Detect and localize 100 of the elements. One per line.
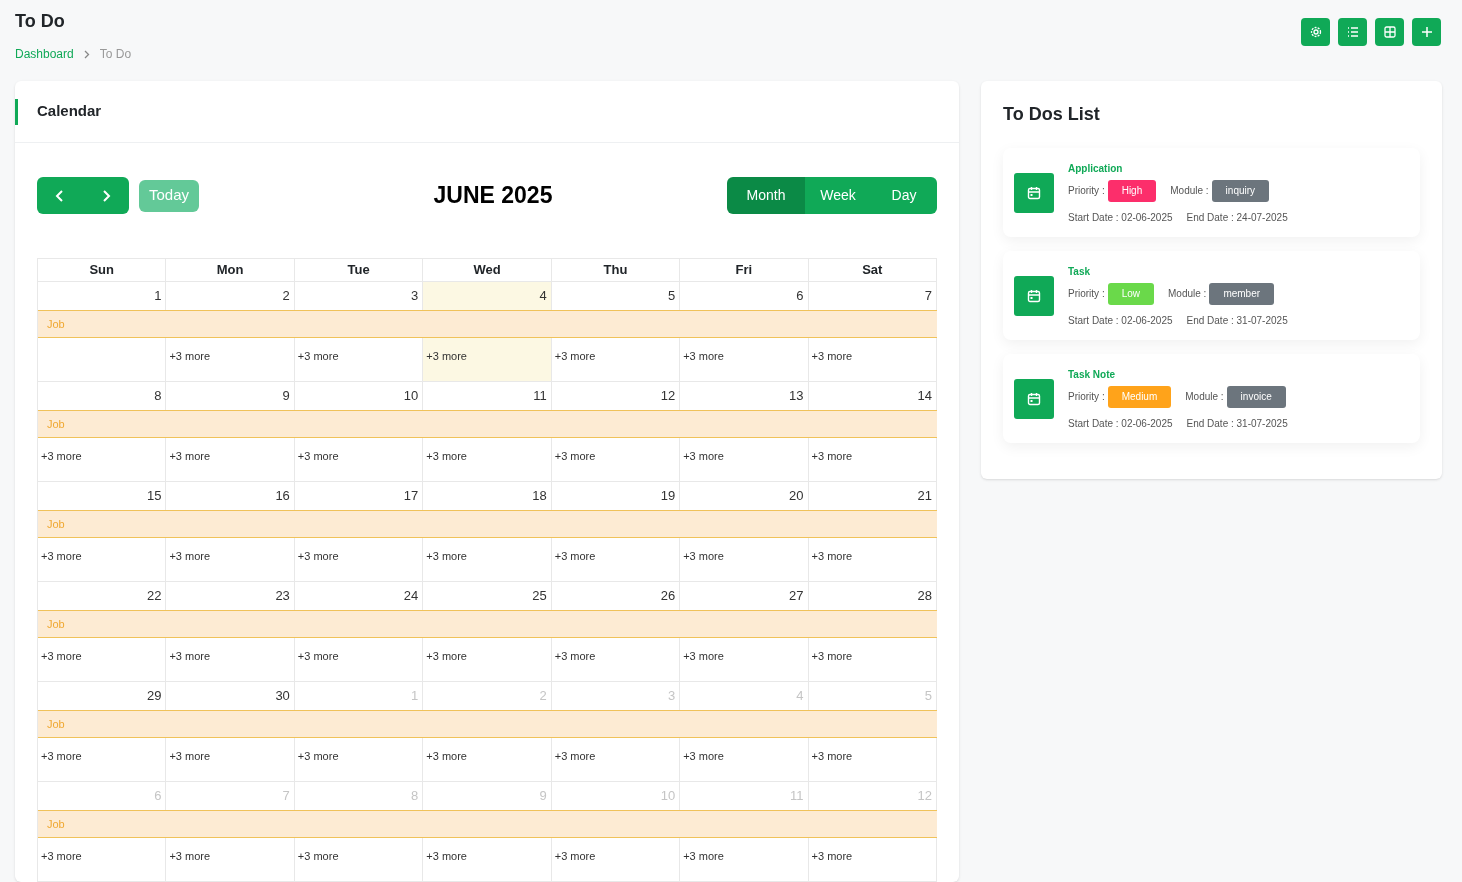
day-number[interactable]: 22 (146, 586, 162, 606)
card-title: To Dos List (1003, 103, 1101, 126)
day-number[interactable]: 16 (275, 486, 290, 506)
card-title: Calendar (37, 101, 102, 122)
day-number[interactable]: 15 (146, 486, 162, 506)
more-link[interactable]: +3 more (811, 650, 853, 662)
more-link[interactable]: +3 more (683, 850, 724, 862)
more-link[interactable]: +3 more (554, 650, 596, 662)
more-link[interactable]: +3 more (426, 350, 467, 362)
plus-icon (1420, 26, 1433, 38)
day-number[interactable]: 8 (154, 386, 162, 406)
day-number[interactable]: 7 (924, 286, 932, 306)
day-number[interactable]: 21 (917, 486, 932, 506)
more-link[interactable]: +3 more (426, 650, 467, 662)
more-link[interactable]: +3 more (297, 350, 339, 362)
list-icon (1346, 26, 1359, 38)
more-link[interactable]: +3 more (426, 750, 467, 762)
start-date: Start Date : 02-06-2025 (1068, 416, 1173, 431)
module-badge: invoice (1226, 385, 1286, 408)
day-number[interactable]: 1 (154, 286, 162, 306)
more-link[interactable]: +3 more (426, 450, 467, 462)
more-link[interactable]: +3 more (297, 650, 339, 662)
day-number[interactable]: 23 (275, 586, 290, 606)
priority-label: Priority : (1068, 390, 1105, 404)
more-link[interactable]: +3 more (811, 350, 853, 362)
more-link[interactable]: +3 more (811, 850, 853, 862)
chevron-left-icon (55, 189, 65, 202)
day-number[interactable]: 6 (796, 286, 804, 306)
day-number[interactable]: 17 (403, 486, 419, 506)
more-link[interactable]: +3 more (41, 450, 82, 462)
more-link[interactable]: +3 more (811, 550, 853, 562)
day-number[interactable]: 30 (275, 686, 290, 706)
priority-label: Priority : (1068, 287, 1105, 301)
more-link[interactable]: +3 more (169, 650, 211, 662)
grid-icon (1383, 26, 1396, 38)
day-number[interactable]: 9 (282, 386, 290, 406)
more-link[interactable]: +3 more (297, 550, 339, 562)
day-number[interactable]: 11 (533, 386, 547, 406)
grid-view-button[interactable] (1375, 18, 1404, 46)
more-link[interactable]: +3 more (554, 550, 596, 562)
more-link[interactable]: +3 more (297, 750, 339, 762)
more-link[interactable]: +3 more (811, 750, 853, 762)
day-number[interactable]: 19 (660, 486, 676, 506)
list-view-button[interactable] (1338, 18, 1367, 46)
weekday-header: Sat (862, 261, 883, 280)
calendar-icon (1027, 391, 1041, 406)
day-number[interactable]: 29 (146, 686, 162, 706)
more-link[interactable]: +3 more (426, 850, 467, 862)
more-link[interactable]: +3 more (41, 750, 82, 762)
day-number[interactable]: 28 (917, 586, 932, 606)
priority-badge: Medium (1107, 385, 1172, 408)
more-link[interactable]: +3 more (683, 450, 724, 462)
todo-title: Task Note (1068, 367, 1117, 382)
day-number[interactable]: 5 (667, 286, 676, 306)
more-link[interactable]: +3 more (169, 550, 211, 562)
module-label: Module : (1170, 184, 1209, 198)
day-number[interactable]: 25 (532, 586, 547, 606)
day-number[interactable]: 2 (282, 286, 290, 306)
more-link[interactable]: +3 more (169, 750, 211, 762)
more-link[interactable]: +3 more (554, 450, 596, 462)
more-link[interactable]: +3 more (683, 350, 724, 362)
more-link[interactable]: +3 more (297, 850, 339, 862)
day-number[interactable]: 13 (789, 386, 804, 406)
more-link[interactable]: +3 more (41, 850, 82, 862)
day-number[interactable]: 27 (789, 586, 804, 606)
day-number[interactable]: 20 (789, 486, 804, 506)
day-number[interactable]: 10 (403, 386, 419, 406)
more-link[interactable]: +3 more (41, 650, 82, 662)
more-link[interactable]: +3 more (426, 550, 467, 562)
more-link[interactable]: +3 more (169, 450, 211, 462)
calendar-icon (1027, 288, 1041, 303)
more-link[interactable]: +3 more (811, 450, 853, 462)
day-number[interactable]: 18 (532, 486, 547, 506)
weekday-header: Mon (216, 261, 244, 280)
more-link[interactable]: +3 more (554, 350, 596, 362)
more-link[interactable]: +3 more (554, 750, 596, 762)
view-tab[interactable]: Month (727, 177, 805, 214)
day-cell[interactable]: 4 (423, 282, 552, 310)
settings-button[interactable] (1301, 18, 1330, 46)
day-number[interactable]: 4 (539, 286, 547, 306)
day-number[interactable]: 14 (917, 386, 932, 406)
day-number[interactable]: 24 (403, 586, 419, 606)
more-link[interactable]: +3 more (169, 850, 211, 862)
more-link[interactable]: +3 more (41, 550, 82, 562)
more-link[interactable]: +3 more (297, 450, 339, 462)
more-link[interactable]: +3 more (683, 550, 724, 562)
more-link[interactable]: +3 more (683, 750, 724, 762)
end-date: End Date : 31-07-2025 (1186, 416, 1288, 431)
more-link[interactable]: +3 more (554, 850, 596, 862)
chevron-right-icon (101, 189, 111, 202)
more-link[interactable]: +3 more (169, 350, 211, 362)
day-number[interactable]: 12 (660, 386, 676, 406)
weekday-header: Sun (89, 261, 114, 280)
add-button[interactable] (1412, 18, 1441, 46)
start-date: Start Date : 02-06-2025 (1068, 313, 1173, 328)
more-link[interactable]: +3 more (683, 650, 724, 662)
day-number[interactable]: 3 (411, 286, 419, 306)
calendar-icon (1027, 185, 1041, 200)
day-number[interactable]: 26 (660, 586, 676, 606)
module-badge: member (1209, 282, 1275, 305)
